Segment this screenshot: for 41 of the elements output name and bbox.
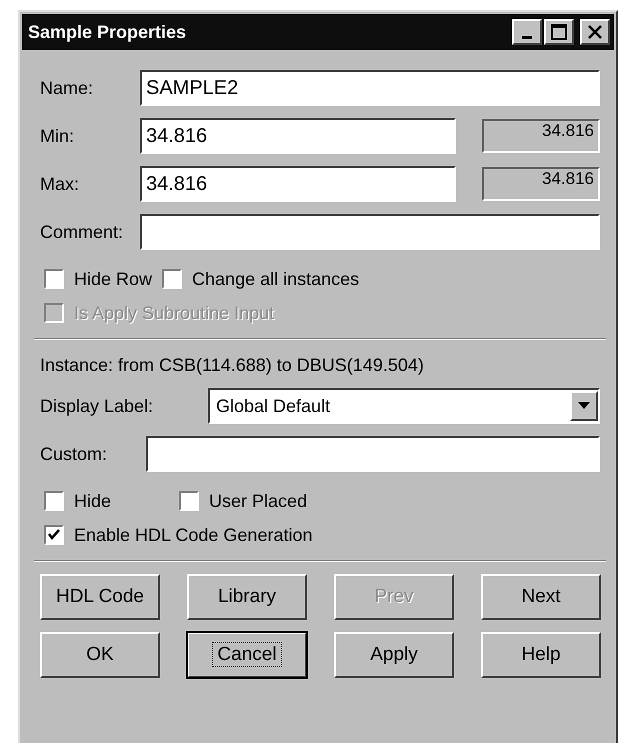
maximize-button[interactable]	[544, 19, 574, 45]
field-label: Name:	[40, 78, 94, 98]
dropdown[interactable]: Global Default	[208, 388, 600, 424]
checkbox[interactable]	[44, 491, 64, 511]
dialog-button[interactable]: Apply	[334, 632, 454, 678]
checkbox-label: Hide	[74, 490, 112, 512]
minimize-icon	[522, 36, 532, 38]
dialog-button[interactable]: HDL Code	[40, 574, 160, 620]
window-title: Sample Properties	[28, 22, 188, 42]
check-icon	[47, 528, 61, 542]
dialog-button[interactable]: OK	[40, 632, 160, 678]
input-field[interactable]	[140, 214, 600, 250]
checkbox-label: Hide Row	[74, 268, 152, 290]
maximize-icon	[551, 24, 567, 40]
readout-field: 34.816	[482, 119, 600, 153]
checkbox-label: User Placed	[209, 490, 308, 512]
checkbox[interactable]	[44, 269, 64, 289]
checkbox[interactable]	[162, 269, 182, 289]
field-label: Display Label:	[40, 396, 154, 416]
input-field[interactable]: 34.816	[140, 166, 456, 202]
close-icon	[587, 25, 603, 39]
checkbox[interactable]	[179, 491, 200, 511]
field-label: Min:	[40, 126, 76, 146]
checkbox-label: Is Apply Subroutine Input	[74, 302, 274, 324]
dialog-button[interactable]: Cancel	[187, 632, 307, 678]
minimize-button[interactable]	[512, 19, 542, 45]
readout-field: 34.816	[482, 167, 600, 201]
dialog-button[interactable]: Next	[481, 574, 601, 620]
input-field[interactable]: SAMPLE2	[140, 70, 600, 106]
checkbox-label: Change all instances	[192, 268, 360, 290]
checkbox[interactable]	[44, 525, 64, 545]
field-label: Max:	[40, 174, 80, 194]
checkbox-label: Enable HDL Code Generation	[74, 524, 312, 546]
field-label: Custom:	[40, 444, 108, 464]
field-label: Comment:	[40, 222, 124, 242]
dialog-button[interactable]: Help	[481, 632, 601, 678]
instance-text: Instance: from CSB(114.688) to DBUS(149.504)	[40, 354, 424, 376]
close-button[interactable]	[580, 19, 610, 45]
input-field[interactable]	[146, 436, 600, 472]
dialog-button[interactable]: Library	[187, 574, 307, 620]
input-field[interactable]: 34.816	[140, 118, 456, 154]
